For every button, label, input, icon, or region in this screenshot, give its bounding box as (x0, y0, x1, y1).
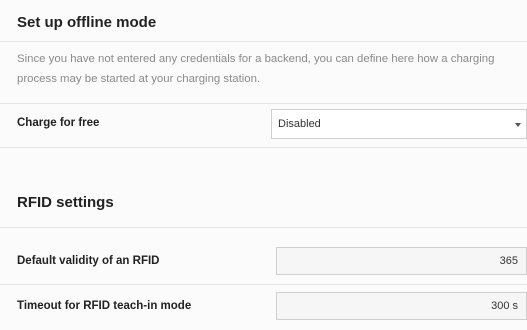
teach-in-timeout-input[interactable] (276, 292, 527, 320)
rfid-settings-title: RFID settings (17, 194, 114, 211)
settings-page: Set up offline mode Since you have not e… (0, 0, 527, 330)
default-validity-input[interactable] (276, 247, 527, 275)
section-divider (0, 227, 527, 228)
row-divider (0, 103, 527, 104)
charge-for-free-select[interactable]: Disabled (271, 109, 527, 139)
charge-for-free-row: Charge for free Disabled (0, 107, 527, 143)
chevron-down-icon (515, 123, 521, 127)
default-validity-row: Default validity of an RFID (0, 245, 527, 281)
row-divider (0, 147, 527, 148)
row-divider (0, 284, 527, 285)
offline-mode-description: Since you have not entered any credentia… (17, 53, 495, 85)
default-validity-label: Default validity of an RFID (17, 255, 160, 267)
teach-in-timeout-row: Timeout for RFID teach-in mode (0, 290, 527, 326)
offline-mode-title: Set up offline mode (17, 14, 157, 31)
section-divider (0, 41, 527, 42)
charge-for-free-label: Charge for free (17, 117, 100, 129)
charge-for-free-value: Disabled (278, 118, 321, 130)
teach-in-timeout-label: Timeout for RFID teach-in mode (17, 300, 192, 312)
